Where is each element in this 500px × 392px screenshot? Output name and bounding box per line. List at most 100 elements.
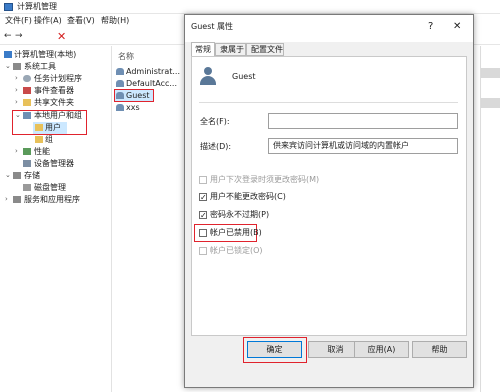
main-window-titlebar: 计算机管理: [0, 0, 500, 14]
description-value: 供来宾访问计算机或访问域的内置帐户: [273, 141, 409, 150]
expand-chevron-icon[interactable]: ›: [15, 87, 18, 94]
tree-label: 磁盘管理: [34, 183, 66, 192]
tree-item-performance[interactable]: › 性能: [2, 146, 112, 158]
delete-icon[interactable]: ✕: [57, 31, 66, 42]
forward-arrow-icon[interactable]: →: [15, 32, 23, 41]
cannot-change-password-label: 用户不能更改密码(C): [210, 192, 286, 201]
tree-item-shared-folders[interactable]: › 共享文件夹: [2, 97, 112, 109]
tree-label: 存储: [24, 171, 40, 180]
device-manager-icon: [23, 160, 31, 167]
dialog-title: Guest 属性: [191, 22, 234, 31]
apply-button[interactable]: 应用(A): [354, 341, 409, 358]
account-disabled-label: 帐户已禁用(B): [210, 228, 262, 237]
tree-label: 本地用户和组: [34, 111, 82, 120]
menu-action[interactable]: 操作(A): [34, 17, 62, 25]
password-never-expires-checkbox[interactable]: ✓: [199, 211, 207, 220]
list-item-label: xxs: [126, 103, 140, 112]
collapse-chevron-icon[interactable]: ⌄: [5, 172, 11, 179]
tools-icon: [13, 63, 21, 70]
tree-label: 事件查看器: [34, 86, 74, 95]
tree-item-root[interactable]: 计算机管理(本地): [2, 49, 112, 61]
list-item-label: DefaultAcc...: [126, 79, 177, 88]
tree-item-event-viewer[interactable]: › 事件查看器: [2, 85, 112, 97]
tab-member-of[interactable]: 隶属于: [215, 43, 246, 56]
tab-label: 常规: [195, 45, 211, 54]
user-icon: [116, 80, 124, 87]
computer-management-icon: [4, 3, 13, 11]
description-input[interactable]: 供来宾访问计算机或访问域的内置帐户: [268, 138, 458, 154]
divider: [199, 102, 458, 103]
list-item[interactable]: Administrat...: [114, 66, 184, 78]
list-item[interactable]: xxs: [114, 102, 184, 114]
help-button[interactable]: ?: [428, 22, 433, 32]
tree-label: 性能: [34, 147, 50, 156]
checkmark-icon: ✓: [200, 193, 207, 202]
list-item-label: Administrat...: [126, 67, 180, 76]
expand-chevron-icon[interactable]: ›: [5, 196, 8, 203]
username-label: Guest: [232, 72, 256, 81]
tab-label: 配置文件: [251, 45, 283, 54]
account-disabled-checkbox[interactable]: [199, 229, 207, 237]
actions-header: [481, 98, 500, 108]
expand-chevron-icon[interactable]: ›: [15, 99, 18, 106]
tree-label: 系统工具: [24, 62, 56, 71]
user-icon: [116, 104, 124, 111]
tree-label: 服务和应用程序: [24, 195, 80, 204]
expand-chevron-icon[interactable]: ›: [15, 148, 18, 155]
password-never-expires-label: 密码永不过期(P): [210, 210, 270, 219]
expand-chevron-icon[interactable]: ›: [15, 75, 18, 82]
tree-item-services-apps[interactable]: › 服务和应用程序: [2, 194, 112, 206]
tree-item-disk-management[interactable]: 磁盘管理: [2, 182, 112, 194]
tab-label: 隶属于: [220, 45, 244, 54]
fullname-input[interactable]: [268, 113, 458, 129]
tree-label: 任务计划程序: [34, 74, 82, 83]
user-icon: [116, 68, 124, 75]
menu-view[interactable]: 查看(V): [67, 17, 95, 25]
tree-label: 用户: [45, 123, 61, 132]
tree-item-storage[interactable]: ⌄ 存储: [2, 170, 112, 182]
close-icon[interactable]: ✕: [453, 22, 461, 32]
collapse-chevron-icon[interactable]: ⌄: [15, 112, 21, 119]
list-item-guest[interactable]: Guest: [115, 90, 153, 101]
fullname-label: 全名(F):: [200, 117, 230, 126]
storage-icon: [13, 172, 21, 179]
event-log-icon: [23, 87, 31, 94]
shared-folder-icon: [23, 99, 31, 106]
menu-file[interactable]: 文件(F): [5, 17, 32, 25]
users-group-icon: [23, 112, 31, 119]
folder-icon: [35, 124, 43, 131]
cannot-change-password-checkbox[interactable]: ✓: [199, 193, 207, 202]
must-change-password-label: 用户下次登录时须更改密码(M): [210, 175, 320, 184]
tree-item-groups[interactable]: 组: [35, 134, 75, 146]
account-locked-checkbox[interactable]: [199, 247, 207, 255]
tree-label: 设备管理器: [34, 159, 74, 168]
computer-icon: [4, 51, 12, 58]
user-icon: [116, 92, 124, 99]
menu-help[interactable]: 帮助(H): [101, 17, 129, 25]
checkmark-icon: ✓: [200, 211, 207, 220]
ok-button[interactable]: 确定: [247, 341, 302, 358]
help-dialog-button[interactable]: 帮助: [412, 341, 467, 358]
description-label: 描述(D):: [200, 142, 232, 151]
tree-item-task-scheduler[interactable]: › 任务计划程序: [2, 73, 112, 85]
tree-item-local-users-groups[interactable]: ⌄ 本地用户和组: [2, 110, 87, 122]
disk-icon: [23, 184, 31, 191]
tree-label: 共享文件夹: [34, 98, 74, 107]
tree-label: 计算机管理(本地): [14, 50, 77, 59]
folder-icon: [35, 136, 43, 143]
back-arrow-icon[interactable]: ←: [4, 32, 12, 41]
column-header-name[interactable]: 名称: [118, 53, 134, 61]
tree-item-device-manager[interactable]: 设备管理器: [2, 158, 112, 170]
list-item-label: Guest: [126, 91, 150, 100]
tab-general[interactable]: 常规: [191, 42, 215, 56]
window-title: 计算机管理: [17, 2, 57, 11]
account-locked-label: 帐户已锁定(O): [210, 246, 263, 255]
tree-label: 组: [45, 135, 53, 144]
collapse-chevron-icon[interactable]: ⌄: [5, 63, 11, 70]
tree-item-system-tools[interactable]: ⌄ 系统工具: [2, 61, 112, 73]
dialog-titlebar: Guest 属性 ? ✕: [185, 15, 473, 42]
tab-profile[interactable]: 配置文件: [246, 43, 284, 56]
must-change-password-checkbox[interactable]: [199, 176, 207, 184]
tree-item-users[interactable]: 用户: [33, 122, 67, 134]
clock-icon: [23, 75, 31, 82]
